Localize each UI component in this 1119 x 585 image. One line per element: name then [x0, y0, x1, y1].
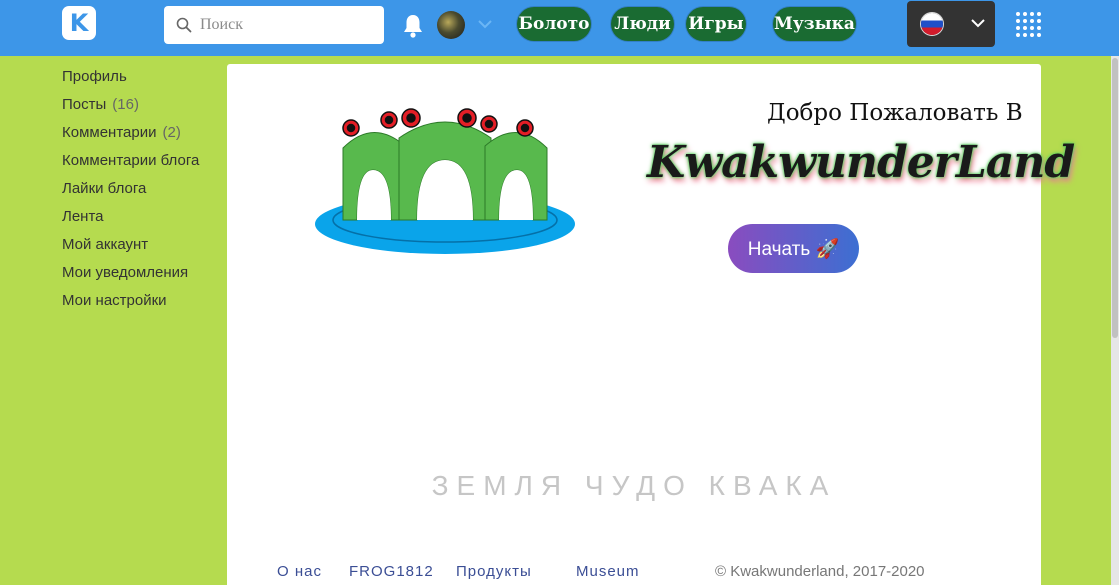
- sidebar-item-label: Мой аккаунт: [62, 236, 149, 253]
- search-icon: [176, 17, 192, 33]
- footer-link-frog1812[interactable]: FROG1812: [349, 563, 434, 580]
- sidebar-item-label: Мои настройки: [62, 292, 167, 309]
- sidebar-item-my-account[interactable]: Мой аккаунт: [62, 234, 227, 262]
- nav-pill-label: Игры: [688, 14, 744, 34]
- sidebar-item-label: Лента: [62, 208, 104, 225]
- language-selector[interactable]: [907, 1, 995, 47]
- sidebar-item-count: (2): [162, 124, 181, 141]
- sidebar-item-label: Профиль: [62, 68, 127, 85]
- russian-flag-icon: [921, 13, 943, 35]
- sidebar-item-my-notifications[interactable]: Мои уведомления: [62, 262, 227, 290]
- footer-link-about[interactable]: О нас: [277, 563, 322, 580]
- copyright-text: © Kwakwunderland, 2017-2020: [715, 563, 925, 580]
- nav-pill-label: Музыка: [774, 14, 855, 34]
- chevron-down-icon[interactable]: [478, 20, 492, 29]
- user-avatar[interactable]: [437, 11, 465, 39]
- footer-link-museum[interactable]: Museum: [576, 563, 640, 580]
- sidebar-item-label: Лайки блога: [62, 180, 147, 197]
- sidebar-item-label: Посты: [62, 96, 107, 113]
- sidebar-item-comments[interactable]: Комментарии (2): [62, 122, 227, 150]
- main-content-card: Добро Пожаловать В KwakwunderLand Начать…: [227, 64, 1075, 585]
- sidebar-item-label: Комментарии блога: [62, 152, 200, 169]
- logo-letter: K: [69, 9, 89, 37]
- sidebar-item-blog-likes[interactable]: Лайки блога: [62, 178, 227, 206]
- nav-pill-label: Люди: [614, 14, 671, 34]
- nav-pill-games[interactable]: Игры: [686, 7, 746, 41]
- start-button[interactable]: Начать 🚀: [728, 224, 859, 273]
- search-input[interactable]: [200, 16, 380, 34]
- sidebar-item-label: Комментарии: [62, 124, 157, 141]
- nav-pill-swamp[interactable]: Болото: [517, 7, 591, 41]
- sidebar-item-label: Мои уведомления: [62, 264, 189, 281]
- top-navbar: K Болото Люди Игры Музыка: [0, 0, 1119, 56]
- sidebar-item-profile[interactable]: Профиль: [62, 66, 227, 94]
- nav-pill-label: Болото: [518, 14, 590, 34]
- apps-grid-icon[interactable]: [1016, 12, 1042, 38]
- bell-icon[interactable]: [402, 13, 424, 39]
- nav-pill-music[interactable]: Музыка: [773, 7, 856, 41]
- start-button-label: Начать 🚀: [747, 238, 840, 260]
- site-slogan: ЗЕМЛЯ ЧУДО КВАКА: [431, 470, 837, 501]
- nav-pill-people[interactable]: Люди: [611, 7, 674, 41]
- sidebar-item-blog-comments[interactable]: Комментарии блога: [62, 150, 227, 178]
- footer-link-products[interactable]: Продукты: [456, 563, 532, 580]
- sidebar-item-count: (16): [112, 96, 139, 113]
- sidebar-item-feed[interactable]: Лента: [62, 206, 227, 234]
- site-logo[interactable]: K: [62, 6, 96, 40]
- frog-pond-logo: [315, 108, 575, 254]
- sidebar-menu: Профиль Посты (16) Комментарии (2) Коммент…: [62, 66, 227, 318]
- sidebar-item-posts[interactable]: Посты (16): [62, 94, 227, 122]
- page-scrollbar[interactable]: [1111, 56, 1119, 585]
- brand-title: KwakwunderLand: [647, 137, 1075, 188]
- welcome-heading: Добро Пожаловать В: [767, 100, 1023, 126]
- chevron-down-icon: [971, 19, 985, 28]
- search-box[interactable]: [164, 6, 384, 44]
- sidebar-item-my-settings[interactable]: Мои настройки: [62, 290, 227, 318]
- scrollbar-thumb[interactable]: [1112, 58, 1118, 338]
